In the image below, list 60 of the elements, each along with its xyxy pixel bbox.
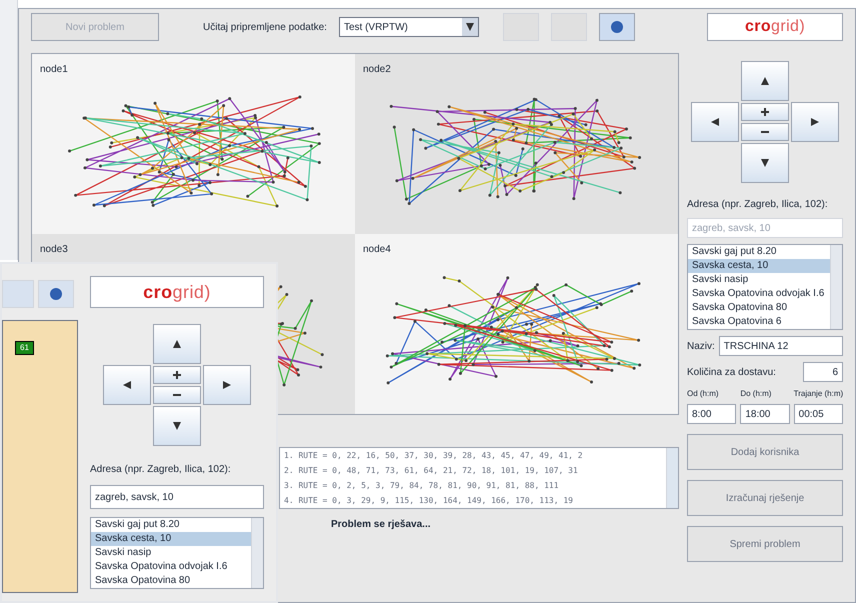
time-label: Trajanje (h:m) <box>794 388 843 400</box>
time-field[interactable]: 8:00 <box>687 404 736 424</box>
result-item[interactable]: Savska Opatovina 80 <box>91 574 251 588</box>
log-line: 1. RUTE = 0, 22, 16, 50, 37, 30, 39, 28, 43, 45, 47, 49, 41, 2 <box>284 450 584 462</box>
dropdown-caret-icon <box>464 22 475 32</box>
log-line: 4. RUTE = 0, 3, 29, 9, 115, 130, 164, 149, 166, 170, 113, 19 <box>284 495 574 507</box>
result-item[interactable]: Savska cesta, 10 <box>688 259 830 273</box>
scrollbar[interactable] <box>666 448 678 508</box>
time-label: Do (h:m) <box>740 388 772 400</box>
result-item[interactable]: Savska Opatovina 80 <box>688 301 830 315</box>
result-item[interactable]: Savski gaj put 8.20 <box>91 518 251 532</box>
status-text: Problem se rješava... <box>331 518 431 532</box>
help-button[interactable] <box>38 280 74 308</box>
action-button[interactable]: Spremi problem <box>687 526 843 562</box>
down-arrow-icon <box>760 158 770 168</box>
left-arrow-icon <box>710 117 720 127</box>
result-item[interactable]: Savski gaj put 8.20 <box>688 245 830 259</box>
action-button[interactable]: Dodaj korisnika <box>687 434 843 470</box>
pan-down-button[interactable] <box>741 143 789 183</box>
help-button[interactable] <box>598 13 635 41</box>
node-title: node2 <box>363 63 392 77</box>
quantity-label: Količina za dostavu: <box>687 366 776 380</box>
help-icon <box>50 288 62 300</box>
result-item[interactable]: Savska Opatovina 6 <box>688 315 830 329</box>
scrollbar[interactable] <box>830 245 842 329</box>
quantity-field[interactable]: 6 <box>803 362 843 382</box>
address-label: Adresa (npr. Zagreb, Ilica, 102): <box>687 198 829 212</box>
node-title: node4 <box>363 243 392 257</box>
log-line: 3. RUTE = 0, 2, 5, 3, 79, 84, 78, 81, 90, 91, 81, 88, 111 <box>284 480 560 492</box>
right-arrow-icon <box>222 380 232 390</box>
dataset-dropdown[interactable]: Test (VRPTW) <box>338 17 479 37</box>
right-arrow-icon <box>810 117 820 127</box>
result-item[interactable]: Savska Opatovina odvojak I.6 <box>91 560 251 574</box>
node-title: node3 <box>40 243 69 257</box>
left-arrow-icon <box>122 380 132 390</box>
help-icon <box>610 21 623 33</box>
logo: crogrid) <box>707 13 843 41</box>
load-data-label: Učitaj pripremljene podatke: <box>203 20 327 34</box>
name-field[interactable]: TRSCHINA 12 <box>718 336 843 356</box>
action-button[interactable]: Izračunaj rješenje <box>687 480 843 516</box>
scrollbar[interactable] <box>251 518 263 588</box>
dataset-value: Test (VRPTW) <box>344 20 408 34</box>
log-line: 2. RUTE = 0, 48, 71, 73, 61, 64, 21, 72, 18, 101, 19, 107, 31 <box>284 465 579 477</box>
down-arrow-icon <box>172 421 182 431</box>
time-field[interactable]: 18:00 <box>740 404 790 424</box>
result-item[interactable]: Savski nasip <box>688 273 830 287</box>
result-item[interactable]: Savska Opatovina odvojak I.6 <box>688 287 830 301</box>
up-arrow-icon <box>760 76 770 86</box>
result-item[interactable]: Savska cesta, 10 <box>91 532 251 546</box>
time-field[interactable]: 00:05 <box>794 404 843 424</box>
name-label: Naziv: <box>687 340 715 354</box>
plus-icon <box>760 107 770 117</box>
time-label: Od (h:m) <box>687 388 720 400</box>
result-item[interactable]: Savski nasip <box>91 546 251 560</box>
map-marker: 61 <box>15 341 34 355</box>
pan-down-button[interactable] <box>153 406 201 446</box>
zoom-in-button[interactable] <box>741 103 789 121</box>
node-title: node1 <box>40 63 69 77</box>
address-label: Adresa (npr. Zagreb, Ilica, 102): <box>90 463 232 477</box>
address-field[interactable]: zagreb, savsk, 10 <box>90 485 264 509</box>
